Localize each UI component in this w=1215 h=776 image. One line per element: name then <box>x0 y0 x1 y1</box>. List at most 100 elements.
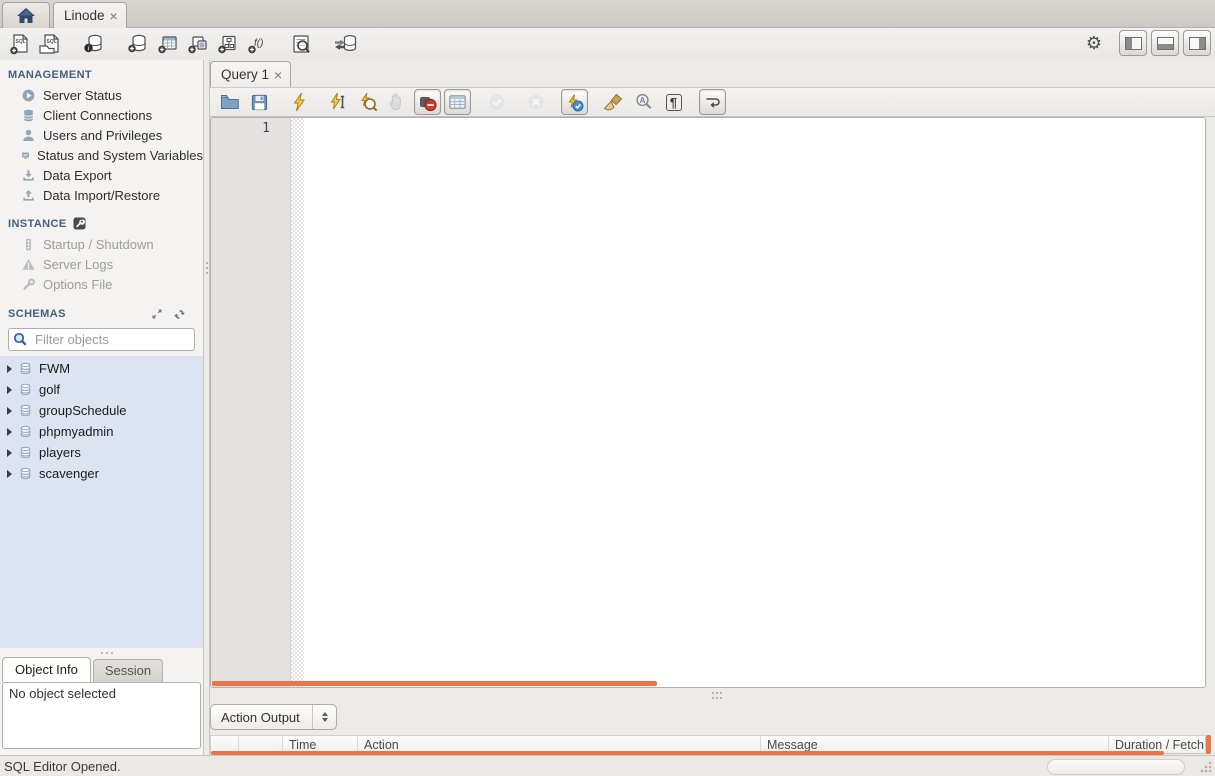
sidebar-item-server-status[interactable]: Server Status <box>0 85 203 105</box>
output-vertical-scrollbar[interactable] <box>1206 735 1211 754</box>
sidebar-item-client-connections[interactable]: Client Connections <box>0 105 203 125</box>
schema-row-groupschedule[interactable]: groupSchedule <box>0 400 203 421</box>
data-export-icon <box>23 169 34 181</box>
create-view-button[interactable] <box>183 30 213 58</box>
svg-text:f(): f() <box>254 38 263 49</box>
open-script-button[interactable] <box>216 89 243 115</box>
toggle-word-wrap-button[interactable] <box>699 89 726 115</box>
editor-horizontal-scrollbar[interactable] <box>212 681 657 686</box>
schema-row-scavenger[interactable]: scavenger <box>0 463 203 484</box>
sidebar-item-label: Startup / Shutdown <box>43 236 154 252</box>
instance-section-header: INSTANCE <box>0 217 203 230</box>
output-view-selector[interactable]: Action Output <box>210 704 337 730</box>
work-area: Query 1 × A ¶ 1 Action Output Time Actio… <box>210 60 1215 755</box>
find-button[interactable]: A <box>630 89 657 115</box>
tab-query-1[interactable]: Query 1 × <box>210 61 292 87</box>
schema-icon <box>20 446 31 459</box>
create-function-button[interactable]: f() <box>243 30 273 58</box>
function-plus-icon: f() <box>248 38 263 54</box>
new-query-tab-button[interactable]: SQL <box>5 30 35 58</box>
expand-schemas-button[interactable] <box>149 306 165 322</box>
toggle-secondary-sidebar-button[interactable] <box>1183 30 1211 56</box>
toggle-autocommit-button[interactable] <box>561 89 588 115</box>
startup-shutdown-icon <box>26 238 31 250</box>
schema-inspector-button[interactable]: i <box>79 30 109 58</box>
open-folder-icon <box>220 95 239 109</box>
toggle-sidebar-button[interactable] <box>1119 30 1147 56</box>
expander-icon[interactable] <box>7 385 12 394</box>
refresh-schemas-button[interactable] <box>171 306 187 322</box>
main-vertical-splitter[interactable] <box>203 60 210 755</box>
schema-icon <box>20 383 31 396</box>
expander-icon[interactable] <box>7 364 12 373</box>
create-procedure-button[interactable] <box>213 30 243 58</box>
toggle-stop-on-error-button[interactable] <box>414 89 441 115</box>
tab-object-info[interactable]: Object Info <box>2 657 91 682</box>
toggle-bottom-panel-icon <box>1156 36 1174 50</box>
home-tab[interactable] <box>2 2 50 28</box>
close-icon[interactable]: × <box>274 68 282 82</box>
beautify-script-button[interactable] <box>600 89 627 115</box>
line-number-gutter: 1 <box>211 118 291 687</box>
sidebar-item-label: Server Logs <box>43 256 114 272</box>
sidebar-item-status-system-variables[interactable]: Status and System Variables <box>0 145 203 165</box>
rollback-x-icon <box>527 94 544 110</box>
save-script-button[interactable] <box>246 89 273 115</box>
output-panel: Action Output Time Action Message Durati… <box>210 702 1211 755</box>
toggle-left-panel-icon <box>1124 36 1142 50</box>
create-table-button[interactable] <box>153 30 183 58</box>
limit-rows-button[interactable] <box>444 89 471 115</box>
editor-output-splitter[interactable] <box>210 688 1215 702</box>
sidebar-item-options-file[interactable]: Options File <box>0 274 203 294</box>
expander-icon[interactable] <box>7 448 12 457</box>
server-status-icon <box>22 89 35 101</box>
schema-row-phpmyadmin[interactable]: phpmyadmin <box>0 421 203 442</box>
schema-row-golf[interactable]: golf <box>0 379 203 400</box>
close-icon[interactable]: × <box>110 9 118 23</box>
connection-tab-label: Linode <box>64 8 105 23</box>
execute-button[interactable] <box>285 89 312 115</box>
toggle-output-area-button[interactable] <box>1151 30 1179 56</box>
sidebar-item-label: Users and Privileges <box>43 127 163 143</box>
instance-config-icon[interactable] <box>73 217 86 230</box>
sidebar-item-startup-shutdown[interactable]: Startup / Shutdown <box>0 234 203 254</box>
server-logs-icon <box>22 258 35 270</box>
word-wrap-icon <box>706 97 720 108</box>
window-resize-grip[interactable] <box>1200 761 1212 773</box>
sidebar-item-data-export[interactable]: Data Export <box>0 165 203 185</box>
expand-icon <box>152 309 162 319</box>
connection-tab-linode[interactable]: Linode × <box>53 2 127 28</box>
schema-filter-input[interactable] <box>8 328 195 351</box>
reconnect-dbms-button[interactable] <box>331 30 361 58</box>
management-title: MANAGEMENT <box>8 69 93 81</box>
expander-icon[interactable] <box>7 469 12 478</box>
table-plus-icon <box>158 36 177 54</box>
refresh-icon <box>173 309 185 319</box>
sidebar-item-server-logs[interactable]: Server Logs <box>0 254 203 274</box>
results-grid-icon <box>449 95 466 109</box>
open-sql-script-button[interactable]: SQL <box>35 30 65 58</box>
schema-label: groupSchedule <box>39 403 127 418</box>
tab-session[interactable]: Session <box>92 659 164 682</box>
schema-row-fwm[interactable]: FWM <box>0 358 203 379</box>
preferences-button[interactable]: ⚙ <box>1081 30 1107 56</box>
create-schema-button[interactable] <box>123 30 153 58</box>
expander-icon[interactable] <box>7 406 12 415</box>
expander-icon[interactable] <box>7 427 12 436</box>
schema-label: players <box>39 445 81 460</box>
users-icon <box>23 129 34 141</box>
options-file-icon <box>23 278 35 290</box>
execute-current-statement-button[interactable] <box>324 89 351 115</box>
sidebar-splitter[interactable] <box>0 648 203 657</box>
schema-icon <box>20 362 31 375</box>
schema-row-players[interactable]: players <box>0 442 203 463</box>
sidebar-bottom-tabs: Object Info Session <box>0 657 203 682</box>
search-table-data-button[interactable] <box>287 30 317 58</box>
autocommit-icon <box>568 93 584 111</box>
search-icon <box>13 332 27 346</box>
toggle-invisible-characters-button[interactable]: ¶ <box>660 89 687 115</box>
code-editing-area[interactable] <box>304 118 1205 687</box>
sidebar-item-data-import-restore[interactable]: Data Import/Restore <box>0 185 203 205</box>
explain-plan-button[interactable] <box>354 89 381 115</box>
sidebar-item-users-privileges[interactable]: Users and Privileges <box>0 125 203 145</box>
